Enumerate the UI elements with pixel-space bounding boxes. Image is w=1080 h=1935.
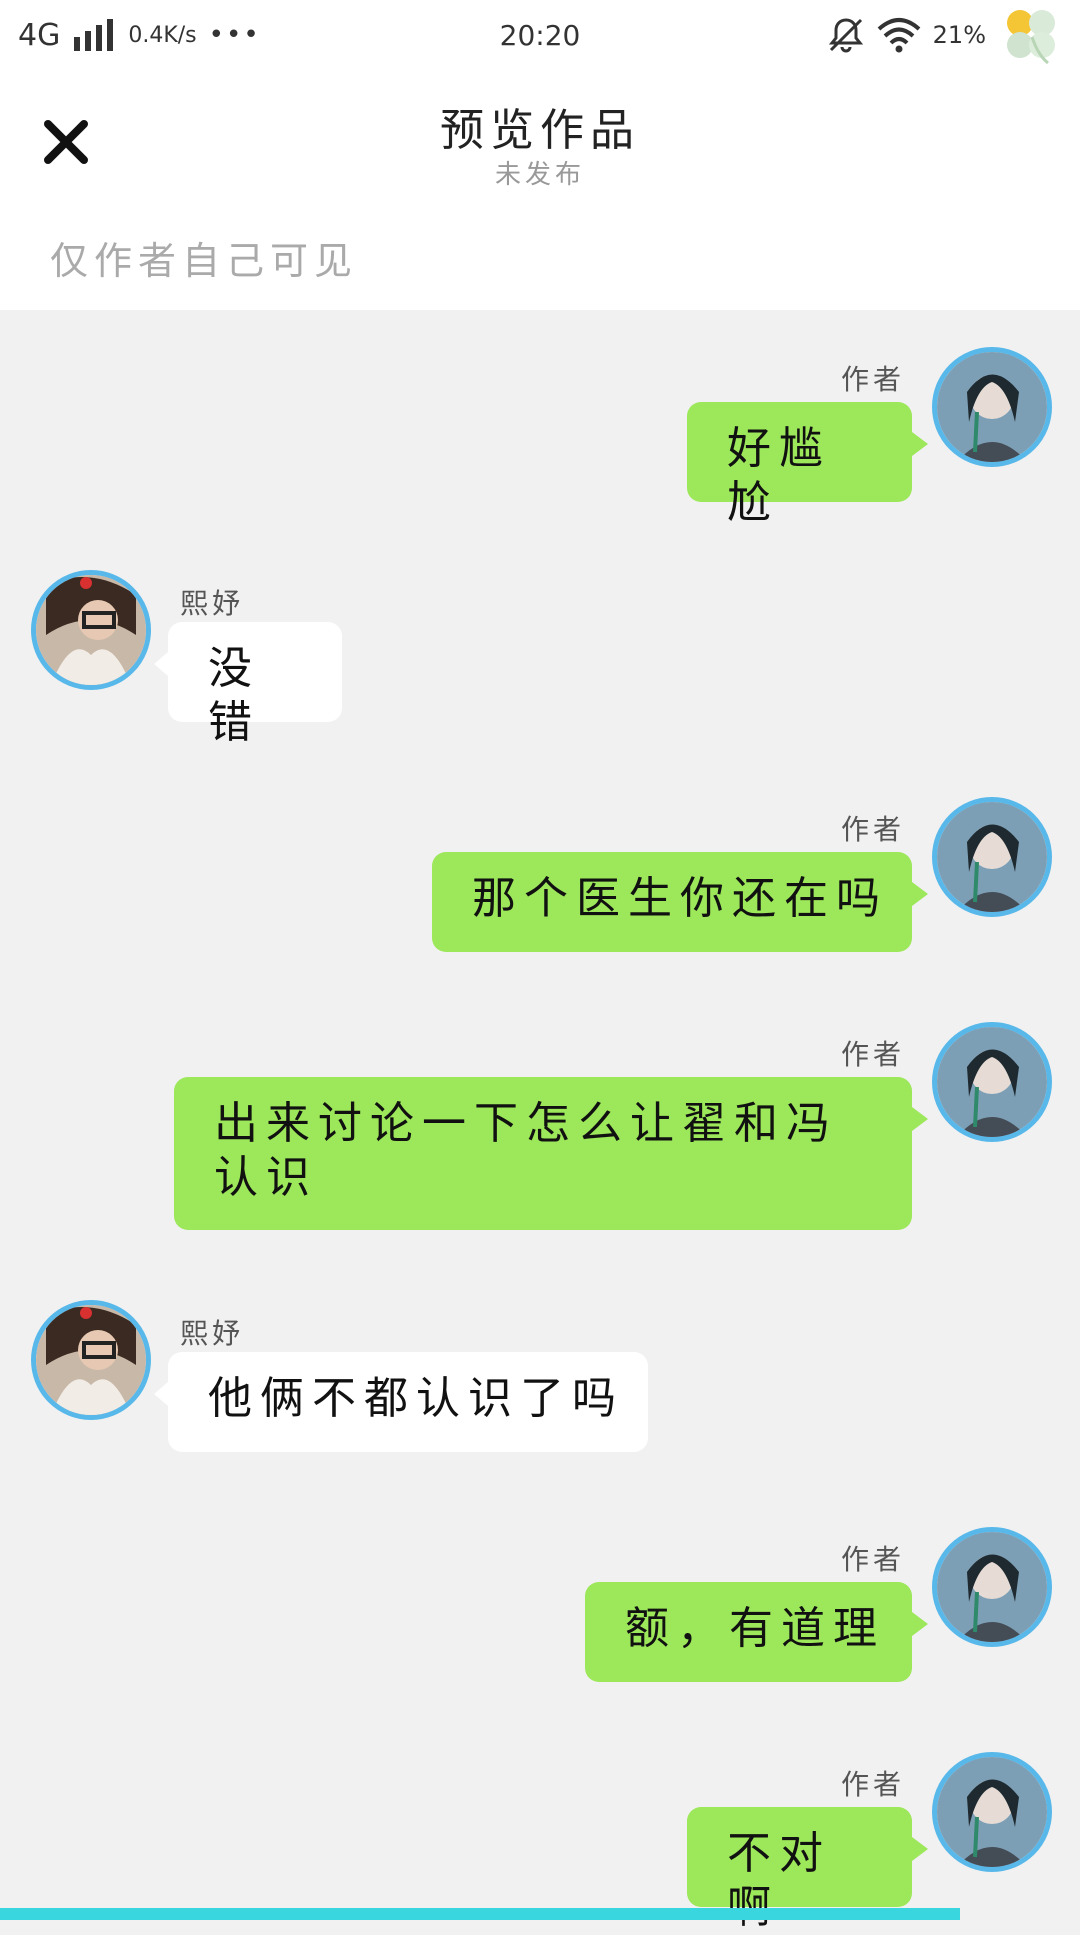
sender-name: 作者	[840, 363, 905, 396]
page-title: 预览作品	[440, 105, 640, 156]
battery-level: 21%	[932, 21, 986, 49]
message-bubble[interactable]: 不对啊	[687, 1807, 928, 1933]
sender-name: 作者	[840, 1768, 905, 1801]
status-right: 21%	[827, 3, 1062, 67]
message-bubble[interactable]: 好尴尬	[687, 402, 928, 528]
message-bubble[interactable]: 额，有道理	[585, 1582, 928, 1682]
signal-icon	[74, 19, 114, 51]
sender-name: 熙妤	[180, 587, 245, 620]
publish-status: 未发布	[494, 160, 585, 190]
sender-avatar[interactable]	[31, 1300, 151, 1420]
network-speed: 0.4K/s	[128, 22, 197, 48]
message-bubble[interactable]: 出来讨论一下怎么让翟和冯认识	[174, 1077, 928, 1230]
author-avatar[interactable]	[932, 797, 1052, 917]
sender-avatar[interactable]	[31, 570, 151, 690]
sender-name: 作者	[840, 813, 905, 846]
visibility-note: 仅作者自己可见	[50, 239, 359, 283]
author-avatar[interactable]	[932, 1527, 1052, 1647]
message-bubble[interactable]: 他俩不都认识了吗	[154, 1352, 648, 1452]
author-avatar[interactable]	[932, 347, 1052, 467]
sender-name: 作者	[840, 1543, 905, 1576]
chat-list[interactable]: 作者 好尴尬 熙妤 没错 作者 那个医生你还在吗 作者 出来讨论一下怎么让翟和冯…	[0, 310, 1080, 1933]
bottom-progress-bar	[0, 1908, 960, 1920]
sender-name: 作者	[840, 1038, 905, 1071]
mute-bell-icon	[828, 18, 863, 53]
status-bar: 4G 0.4K/s ••• 20:20 21%	[0, 0, 1080, 70]
network-type: 4G	[18, 17, 61, 53]
author-avatar[interactable]	[932, 1022, 1052, 1142]
more-icon: •••	[208, 20, 261, 50]
wifi-icon	[877, 18, 920, 53]
status-left: 4G 0.4K/s •••	[18, 18, 261, 53]
header: 预览作品 未发布 仅作者自己可见	[0, 70, 1080, 310]
clover-icon	[1007, 10, 1055, 65]
message-bubble[interactable]: 那个医生你还在吗	[432, 852, 928, 952]
author-avatar[interactable]	[932, 1752, 1052, 1872]
sender-name: 熙妤	[180, 1317, 245, 1350]
message-bubble[interactable]: 没错	[154, 622, 342, 748]
